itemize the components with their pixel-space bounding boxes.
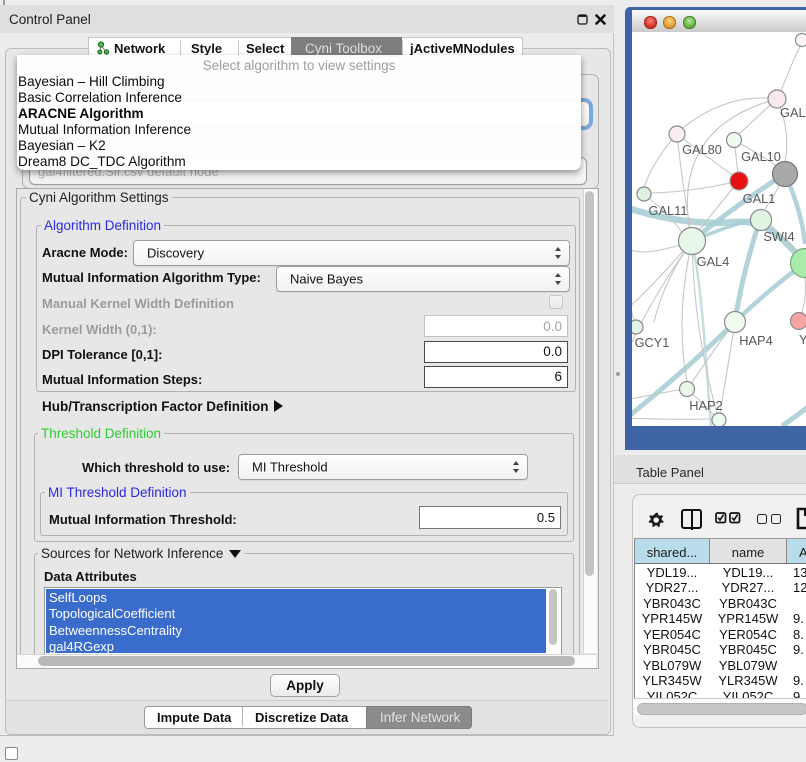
svg-text:GAL4: GAL4	[697, 254, 730, 269]
svg-text:GAL1: GAL1	[743, 191, 776, 206]
svg-text:GAL80: GAL80	[682, 142, 722, 157]
svg-text:YM: YM	[799, 332, 806, 347]
svg-text:SWI4: SWI4	[763, 229, 794, 244]
svg-text:GAL2: GAL2	[780, 105, 806, 120]
svg-text:HAP4: HAP4	[739, 333, 772, 348]
svg-text:GAL11: GAL11	[649, 203, 688, 218]
svg-text:HAP2: HAP2	[689, 398, 722, 413]
svg-text:GAL10: GAL10	[741, 149, 781, 164]
svg-text:GCY1: GCY1	[635, 335, 670, 350]
